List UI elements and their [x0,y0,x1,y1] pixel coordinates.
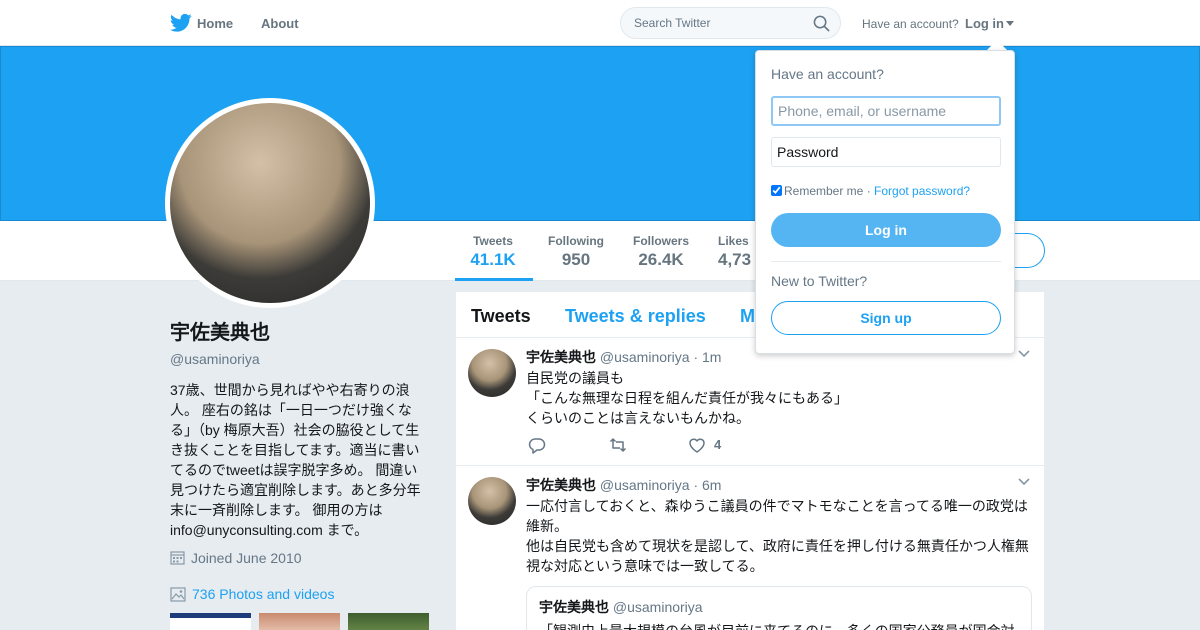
stat-value: 41.1K [470,250,516,269]
like-count: 4 [714,437,722,452]
like-button[interactable] [688,436,706,454]
tab-media[interactable]: M [740,306,755,327]
login-dropdown: Have an account? Remember me · Forgot pa… [755,50,1015,354]
remember-me-checkbox[interactable] [771,185,782,196]
login-dropdown-toggle[interactable]: Log in [965,16,1014,31]
tab-tweets-replies[interactable]: Tweets & replies [565,306,706,327]
reply-icon [528,438,546,454]
tweet-header: 宇佐美典也 @usaminoriya · 6m [526,475,721,495]
tweet-text-line: 他は自民党も含めて現状を是認して、政府に責任を押し付ける無責任かつ人権無視な対応… [526,538,1029,574]
avatar-photo [170,103,370,303]
tweet-avatar[interactable] [468,349,516,397]
tweet-actions: 4 [526,436,826,454]
profile-card: 宇佐美典也 @usaminoriya 37歳、世間から見ればやや右寄りの浪人。 … [170,316,430,540]
reply-button[interactable] [528,436,546,454]
login-toggle-label: Log in [965,16,1004,31]
nav-about-link[interactable]: About [261,16,299,31]
search-icon[interactable] [813,15,830,32]
retweet-button[interactable] [609,436,627,454]
stat-value: 4,73 [718,250,752,269]
quote-header: 宇佐美典也 @usaminoriya [539,597,1019,617]
chevron-down-icon[interactable] [1018,350,1030,358]
tweet-author-name[interactable]: 宇佐美典也 [526,349,596,365]
tweet-text-line: 一応付言しておくと、森ゆうこ議員の件でマトモなことを言ってる唯一の政党は維新。 [526,498,1028,534]
password-field[interactable] [771,137,1001,167]
profile-avatar[interactable] [165,98,375,308]
active-stat-underline [455,278,533,281]
quote-text: 「観測史上最大規模の台風が目前に来てるのに、多くの国家公務員が国会対 [539,621,1019,630]
quote-author-name: 宇佐美典也 [539,599,609,615]
tweet[interactable]: 宇佐美典也 @usaminoriya · 1m 自民党の議員も 「こんな無理な日… [456,338,1044,466]
tweet-timestamp[interactable]: · 1m [693,349,721,365]
forgot-password-link[interactable]: Forgot password? [874,184,970,198]
search-input[interactable] [634,16,809,30]
have-account-text: Have an account? [862,17,959,31]
photos-videos-link[interactable]: 736 Photos and videos [170,586,334,602]
dropdown-arrow [987,40,1007,50]
top-nav: Home About Have an account? Log in [0,0,1200,46]
tweet-timestamp[interactable]: · 6m [693,477,721,493]
caret-down-icon [1006,21,1014,26]
chevron-down-icon[interactable] [1018,478,1030,486]
tweet-author-handle[interactable]: @usaminoriya [600,349,690,365]
stat-value: 950 [561,250,591,269]
tweet-avatar[interactable] [468,477,516,525]
media-thumbnail[interactable] [259,613,340,630]
stat-tweets[interactable]: Tweets 41.1K [470,234,516,270]
stat-label: Likes [718,234,749,248]
image-icon [170,587,186,602]
stat-label: Tweets [473,234,513,248]
tweet-text-line: 「こんな無理な日程を組んだ責任が我々にもある」 [526,390,848,406]
stat-likes[interactable]: Likes 4,73 [718,234,758,270]
stat-label: Followers [632,234,689,248]
nav-home-link[interactable]: Home [197,16,233,31]
tweet-text: 一応付言しておくと、森ゆうこ議員の件でマトモなことを言ってる唯一の政党は維新。 … [526,496,1034,576]
tweet-text-line: 自民党の議員も [526,370,624,386]
calendar-icon [170,551,185,565]
username-field[interactable] [771,96,1001,126]
quoted-tweet[interactable]: 宇佐美典也 @usaminoriya 「観測史上最大規模の台風が目前に来てるのに… [526,586,1032,630]
photos-videos-label: 736 Photos and videos [192,586,335,602]
quote-author-handle: @usaminoriya [612,599,703,615]
signup-button[interactable]: Sign up [771,301,1001,335]
remember-me-row: Remember me · Forgot password? [771,184,970,198]
retweet-icon [609,438,627,452]
separator-dot: · [863,184,875,198]
stat-following[interactable]: Following 950 [546,234,606,270]
remember-me-label[interactable]: Remember me [784,184,863,198]
tweet[interactable]: 宇佐美典也 @usaminoriya · 6m 一応付言しておくと、森ゆうこ議員… [456,466,1044,630]
tweet-author-handle[interactable]: @usaminoriya [600,477,690,493]
joined-date: Joined June 2010 [170,550,302,566]
media-thumbnail[interactable] [348,613,429,630]
tweet-author-name[interactable]: 宇佐美典也 [526,477,596,493]
tweet-text-line: くらいのことは言えないもんかね。 [526,410,750,426]
profile-handle[interactable]: @usaminoriya [170,351,430,367]
profile-bio: 37歳、世間から見ればやや右寄りの浪人。 座右の銘は「一日一つだけ強くなる」（b… [170,382,421,538]
dropdown-title: Have an account? [771,66,884,82]
tab-tweets[interactable]: Tweets [471,306,531,327]
stat-value: 26.4K [638,250,684,269]
divider [771,261,1001,262]
stat-label: Following [548,234,604,248]
profile-name[interactable]: 宇佐美典也 [170,316,430,345]
twitter-bird-icon[interactable] [170,13,192,33]
search-box [620,7,841,39]
tweet-text: 自民党の議員も 「こんな無理な日程を組んだ責任が我々にもある」 くらいのことは言… [526,368,1034,428]
heart-icon [689,438,705,453]
new-to-twitter-text: New to Twitter? [771,273,868,289]
tweet-header: 宇佐美典也 @usaminoriya · 1m [526,347,721,367]
stat-followers[interactable]: Followers 26.4K [631,234,691,270]
media-thumbnail[interactable] [170,613,251,630]
login-button[interactable]: Log in [771,213,1001,247]
joined-text: Joined June 2010 [191,550,302,566]
